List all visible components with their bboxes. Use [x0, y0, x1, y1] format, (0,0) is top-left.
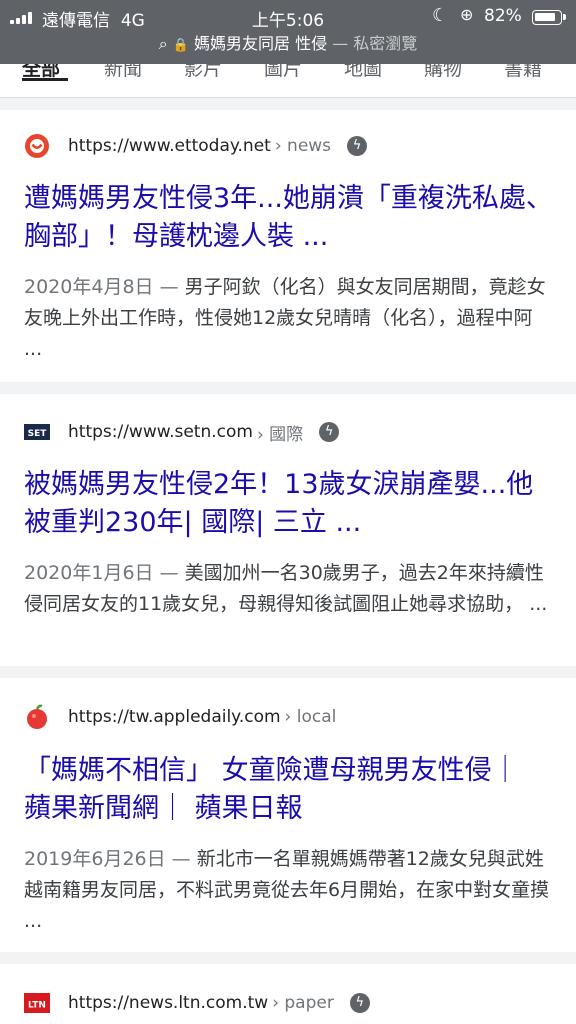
result-date: 2020年1月6日 — [24, 562, 185, 584]
result-breadcrumb: › local [284, 707, 337, 727]
result-breadcrumb: › news [274, 136, 332, 156]
search-result: https://tw.appledaily.com › local 「媽媽不相信… [0, 678, 576, 952]
result-title[interactable]: 被媽媽男友性侵2年！13歲女淚崩產嬰...他被重判230年| 國際| 三立 ..… [24, 466, 554, 542]
ettoday-icon [24, 133, 50, 159]
active-tab-indicator [22, 78, 68, 81]
search-result: SET https://www.setn.com › 國際 ϟ 被媽媽男友性侵2… [0, 394, 576, 666]
search-result: https://www.ettoday.net › news ϟ 遭媽媽男友性侵… [0, 110, 576, 382]
result-breadcrumb: › paper [272, 993, 334, 1013]
svg-text:LTN: LTN [28, 1001, 46, 1011]
amp-icon: ϟ [347, 136, 368, 156]
search-query: 媽媽男友同居 性侵 [194, 34, 328, 53]
result-source[interactable]: https://tw.appledaily.com › local [24, 702, 336, 732]
search-icon: ⌕ [158, 34, 168, 53]
battery-percent: 82% [484, 6, 522, 26]
search-tabs: 全部 新聞 影片 圖片 地圖 購物 書籍 [0, 64, 576, 98]
status-bar: 遠傳電信 4G 上午5:06 ☾ ⊕ 82% ⌕ 🔒 媽媽男友同居 性侵 — 私… [0, 0, 576, 64]
result-date: 2020年4月8日 — [24, 276, 185, 298]
result-source[interactable]: SET https://www.setn.com › 國際 ϟ [24, 417, 340, 447]
amp-icon: ϟ [349, 993, 370, 1013]
result-snippet: 2019年6月26日 — 新北市一名單親媽媽帶著12歲女兒與武姓越南籍男友同居，… [24, 844, 554, 937]
rotation-lock-icon: ⊕ [460, 5, 474, 24]
svg-text:SET: SET [28, 429, 48, 439]
tab-books[interactable]: 書籍 [504, 64, 542, 81]
amp-icon: ϟ [319, 422, 340, 442]
tab-shopping[interactable]: 購物 [424, 64, 462, 81]
result-title[interactable]: 遭媽媽男友性侵3年...她崩潰「重複洗私處、胸部」！母護枕邊人裝 ... [24, 180, 554, 256]
result-source[interactable]: https://www.ettoday.net › news ϟ [24, 131, 368, 161]
setn-icon: SET [24, 419, 50, 445]
result-source[interactable]: LTN https://news.ltn.com.tw › paper ϟ [24, 988, 370, 1018]
tab-images[interactable]: 圖片 [264, 64, 302, 81]
tab-videos[interactable]: 影片 [184, 64, 222, 81]
result-url: https://www.ettoday.net [68, 136, 271, 156]
lock-icon: 🔒 [172, 38, 189, 53]
private-mode-label: — 私密瀏覽 [327, 34, 418, 53]
tab-maps[interactable]: 地圖 [344, 64, 382, 81]
result-date: 2019年6月26日 — [24, 848, 197, 870]
result-snippet: 2020年1月6日 — 美國加州一名30歲男子，過去2年來持續性侵同居女友的11… [24, 558, 554, 620]
result-url: https://www.setn.com [68, 422, 253, 442]
battery-icon [532, 10, 566, 25]
result-breadcrumb: › 國際 [256, 424, 304, 445]
result-url: https://news.ltn.com.tw [68, 993, 269, 1013]
result-title[interactable]: 「媽媽不相信」 女童險遭母親男友性侵｜ 蘋果新聞網｜ 蘋果日報 [24, 752, 554, 828]
search-result: LTN https://news.ltn.com.tw › paper ϟ [0, 964, 576, 1024]
do-not-disturb-icon: ☾ [432, 5, 449, 26]
ltn-icon: LTN [24, 990, 50, 1016]
result-url: https://tw.appledaily.com [68, 707, 281, 727]
tab-news[interactable]: 新聞 [104, 64, 142, 81]
address-bar[interactable]: ⌕ 🔒 媽媽男友同居 性侵 — 私密瀏覽 [0, 30, 576, 56]
appledaily-icon [24, 704, 50, 730]
result-snippet: 2020年4月8日 — 男子阿欽（化名）與女友同居期間，竟趁女友晚上外出工作時，… [24, 272, 554, 365]
